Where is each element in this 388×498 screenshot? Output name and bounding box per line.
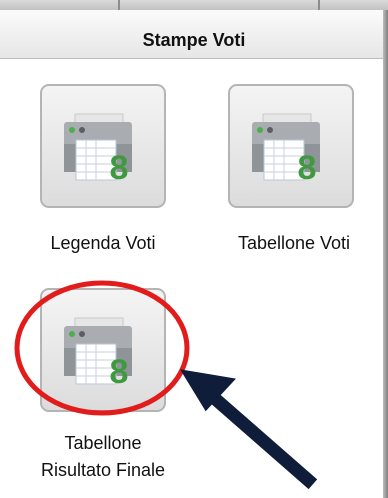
printer-grades-icon: 8 (252, 113, 320, 187)
window-right-edge (383, 10, 388, 498)
printer-grades-icon: 8 (64, 113, 132, 187)
pointer-arrow-head (180, 369, 236, 412)
grade-badge: 8 (298, 149, 317, 187)
top-strip-divider (118, 0, 120, 10)
grade-badge: 8 (110, 353, 129, 391)
printer-grades-icon: 8 (64, 317, 132, 391)
top-strip-divider (318, 0, 320, 10)
window-top-strip (0, 0, 388, 10)
tabellone-voti-button[interactable]: 8 (228, 84, 354, 208)
tabellone-voti-label: Tabellone Voti (237, 233, 351, 253)
grade-badge: 8 (110, 149, 129, 187)
tabellone-risultato-finale-button[interactable]: 8 (40, 288, 166, 412)
legenda-voti-button[interactable]: 8 (40, 84, 166, 208)
label-line-1: Tabellone (64, 433, 142, 453)
panel-title: Stampe Voti (142, 30, 246, 50)
panel-header: Stampe Voti (0, 10, 388, 59)
legenda-voti-label: Legenda Voti (50, 233, 156, 253)
label-line-2: Risultato Finale (40, 460, 166, 480)
tabellone-risultato-finale-label: Tabellone Risultato Finale (12, 430, 194, 484)
pointer-arrow-shaft (202, 386, 318, 490)
